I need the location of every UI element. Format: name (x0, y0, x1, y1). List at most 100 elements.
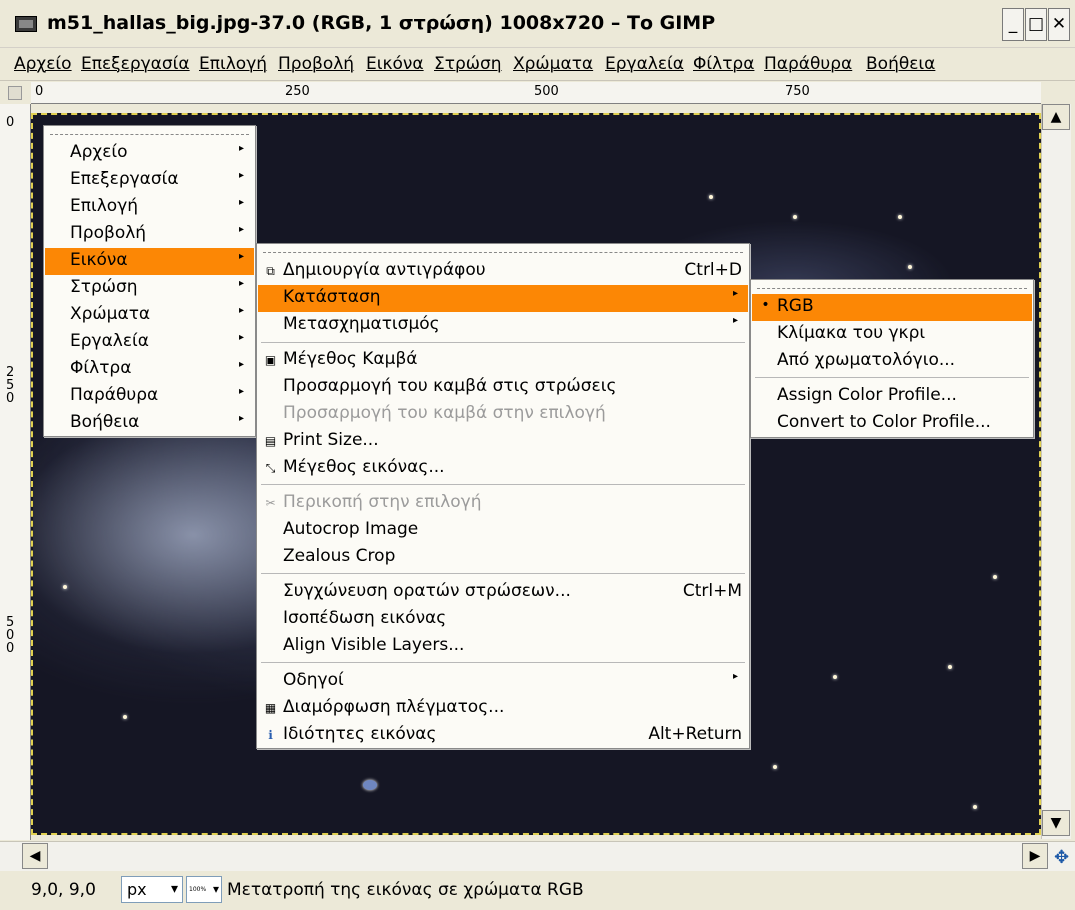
context-item-image[interactable]: Εικόνα ▸ (45, 248, 254, 275)
mode-item[interactable]: Κατάσταση ▸ (258, 285, 748, 312)
menu-edit[interactable]: Επεξεργασία (81, 54, 190, 74)
menu-separator (261, 662, 745, 663)
mode-submenu: • RGB Κλίμακα του γκρι Από χρωματολόγιο.… (750, 279, 1034, 438)
item-label: Print Size... (283, 430, 379, 450)
item-label: Οδηγοί (283, 670, 344, 690)
context-item-help[interactable]: Βοήθεια ▸ (45, 410, 254, 437)
item-label: Επιλογή (70, 196, 139, 216)
mode-rgb-item[interactable]: • RGB (752, 294, 1032, 321)
context-item-colors[interactable]: Χρώματα ▸ (45, 302, 254, 329)
item-label: Μέγεθος εικόνας... (283, 457, 445, 477)
duplicate-item[interactable]: ⧉ Δημιουργία αντιγράφου Ctrl+D (258, 258, 748, 285)
submenu-arrow-icon: ▸ (238, 251, 244, 262)
navigate-icon[interactable]: ✥ (1054, 847, 1069, 868)
tearoff-line[interactable] (263, 252, 743, 253)
scroll-down-button[interactable]: ▼ (1042, 810, 1070, 836)
autocrop-item[interactable]: Autocrop Image (258, 517, 748, 544)
close-button[interactable]: ✕ (1048, 8, 1070, 41)
item-label: Δημιουργία αντιγράφου (283, 260, 486, 280)
menu-tools[interactable]: Εργαλεία (605, 54, 684, 74)
submenu-arrow-icon: ▸ (732, 288, 738, 299)
ruler-label: 250 (285, 84, 310, 99)
crop-selection-item[interactable]: ✂ Περικοπή στην επιλογή (258, 490, 748, 517)
print-size-item[interactable]: ▤ Print Size... (258, 428, 748, 455)
maximize-button[interactable]: □ (1025, 8, 1047, 41)
image-properties-item[interactable]: ℹ Ιδιότητες εικόνας Alt+Return (258, 722, 748, 749)
item-label: Φίλτρα (70, 358, 132, 378)
menu-separator (261, 484, 745, 485)
horizontal-scrollbar[interactable]: ◀ ▶ (0, 841, 1075, 871)
submenu-arrow-icon: ▸ (238, 359, 244, 370)
merge-visible-item[interactable]: Συγχώνευση ορατών στρώσεων... Ctrl+M (258, 579, 748, 606)
item-label: Κατάσταση (283, 287, 381, 307)
flatten-item[interactable]: Ισοπέδωση εικόνας (258, 606, 748, 633)
context-item-file[interactable]: Αρχείο ▸ (45, 140, 254, 167)
window-title: m51_hallas_big.jpg-37.0 (RGB, 1 στρώση) … (47, 12, 716, 34)
item-label: Στρώση (70, 277, 138, 297)
submenu-arrow-icon: ▸ (238, 224, 244, 235)
mode-grayscale-item[interactable]: Κλίμακα του γκρι (752, 321, 1032, 348)
context-item-layer[interactable]: Στρώση ▸ (45, 275, 254, 302)
canvas-size-icon: ▣ (264, 353, 277, 367)
galaxy (363, 780, 377, 790)
convert-profile-item[interactable]: Convert to Color Profile... (752, 410, 1032, 437)
ruler-label: 500 (534, 84, 559, 99)
guides-item[interactable]: Οδηγοί ▸ (258, 668, 748, 695)
quick-mask-corner[interactable] (8, 86, 22, 100)
vertical-ruler[interactable]: 0 250 500 (0, 104, 31, 840)
context-item-select[interactable]: Επιλογή ▸ (45, 194, 254, 221)
assign-profile-item[interactable]: Assign Color Profile... (752, 383, 1032, 410)
menu-view[interactable]: Προβολή (278, 54, 354, 74)
context-item-filters[interactable]: Φίλτρα ▸ (45, 356, 254, 383)
canvas-size-item[interactable]: ▣ Μέγεθος Καμβά (258, 347, 748, 374)
gimp-image-icon (15, 16, 37, 32)
menu-layer[interactable]: Στρώση (434, 54, 502, 74)
transform-item[interactable]: Μετασχηματισμός ▸ (258, 312, 748, 339)
item-label: Μέγεθος Καμβά (283, 349, 418, 369)
item-label: Εργαλεία (70, 331, 150, 351)
ruler-label: 0 (6, 115, 15, 130)
item-label: Προβολή (70, 223, 147, 243)
fit-canvas-layers-item[interactable]: Προσαρμογή του καμβά στις στρώσεις (258, 374, 748, 401)
fit-canvas-selection-item[interactable]: Προσαρμογή του καμβά στην επιλογή (258, 401, 748, 428)
menu-separator (261, 342, 745, 343)
submenu-arrow-icon: ▸ (238, 386, 244, 397)
menu-select[interactable]: Επιλογή (199, 54, 267, 74)
mode-indexed-item[interactable]: Από χρωματολόγιο... (752, 348, 1032, 375)
menu-bar: Αρχείο Επεξεργασία Επιλογή Προβολή Εικόν… (0, 49, 1075, 81)
tearoff-line[interactable] (757, 288, 1027, 289)
vertical-scrollbar[interactable]: ▲ ▼ (1041, 104, 1071, 839)
menu-filters[interactable]: Φίλτρα (693, 54, 754, 74)
horizontal-ruler[interactable]: 0 250 500 750 (31, 82, 1041, 104)
image-submenu: ⧉ Δημιουργία αντιγράφου Ctrl+D Κατάσταση… (256, 243, 750, 749)
info-icon: ℹ (268, 728, 273, 742)
unit-select[interactable]: px (121, 876, 183, 903)
item-label: Προσαρμογή του καμβά στην επιλογή (283, 403, 606, 423)
scroll-right-button[interactable]: ▶ (1022, 843, 1048, 869)
configure-grid-item[interactable]: ▦ Διαμόρφωση πλέγματος... (258, 695, 748, 722)
align-layers-item[interactable]: Align Visible Layers... (258, 633, 748, 660)
scale-image-item[interactable]: ⤡ Μέγεθος εικόνας... (258, 455, 748, 482)
context-item-tools[interactable]: Εργαλεία ▸ (45, 329, 254, 356)
menu-colors[interactable]: Χρώματα (513, 54, 593, 74)
context-item-edit[interactable]: Επεξεργασία ▸ (45, 167, 254, 194)
zoom-select[interactable]: 100% (186, 876, 222, 903)
scroll-up-button[interactable]: ▲ (1042, 104, 1070, 130)
item-label: Από χρωματολόγιο... (777, 350, 956, 370)
submenu-arrow-icon: ▸ (238, 413, 244, 424)
menu-file[interactable]: Αρχείο (14, 54, 72, 74)
item-label: Ισοπέδωση εικόνας (283, 608, 447, 628)
star (833, 675, 837, 679)
star (973, 805, 977, 809)
scroll-left-button[interactable]: ◀ (22, 843, 48, 869)
zealous-crop-item[interactable]: Zealous Crop (258, 544, 748, 571)
tearoff-line[interactable] (50, 134, 249, 135)
context-item-windows[interactable]: Παράθυρα ▸ (45, 383, 254, 410)
item-label: Εικόνα (70, 250, 128, 270)
menu-image[interactable]: Εικόνα (366, 54, 424, 74)
menu-windows[interactable]: Παράθυρα (764, 54, 852, 74)
menu-help[interactable]: Βοήθεια (866, 54, 935, 74)
item-label: Μετασχηματισμός (283, 314, 440, 334)
minimize-button[interactable]: _ (1002, 8, 1024, 41)
context-item-view[interactable]: Προβολή ▸ (45, 221, 254, 248)
